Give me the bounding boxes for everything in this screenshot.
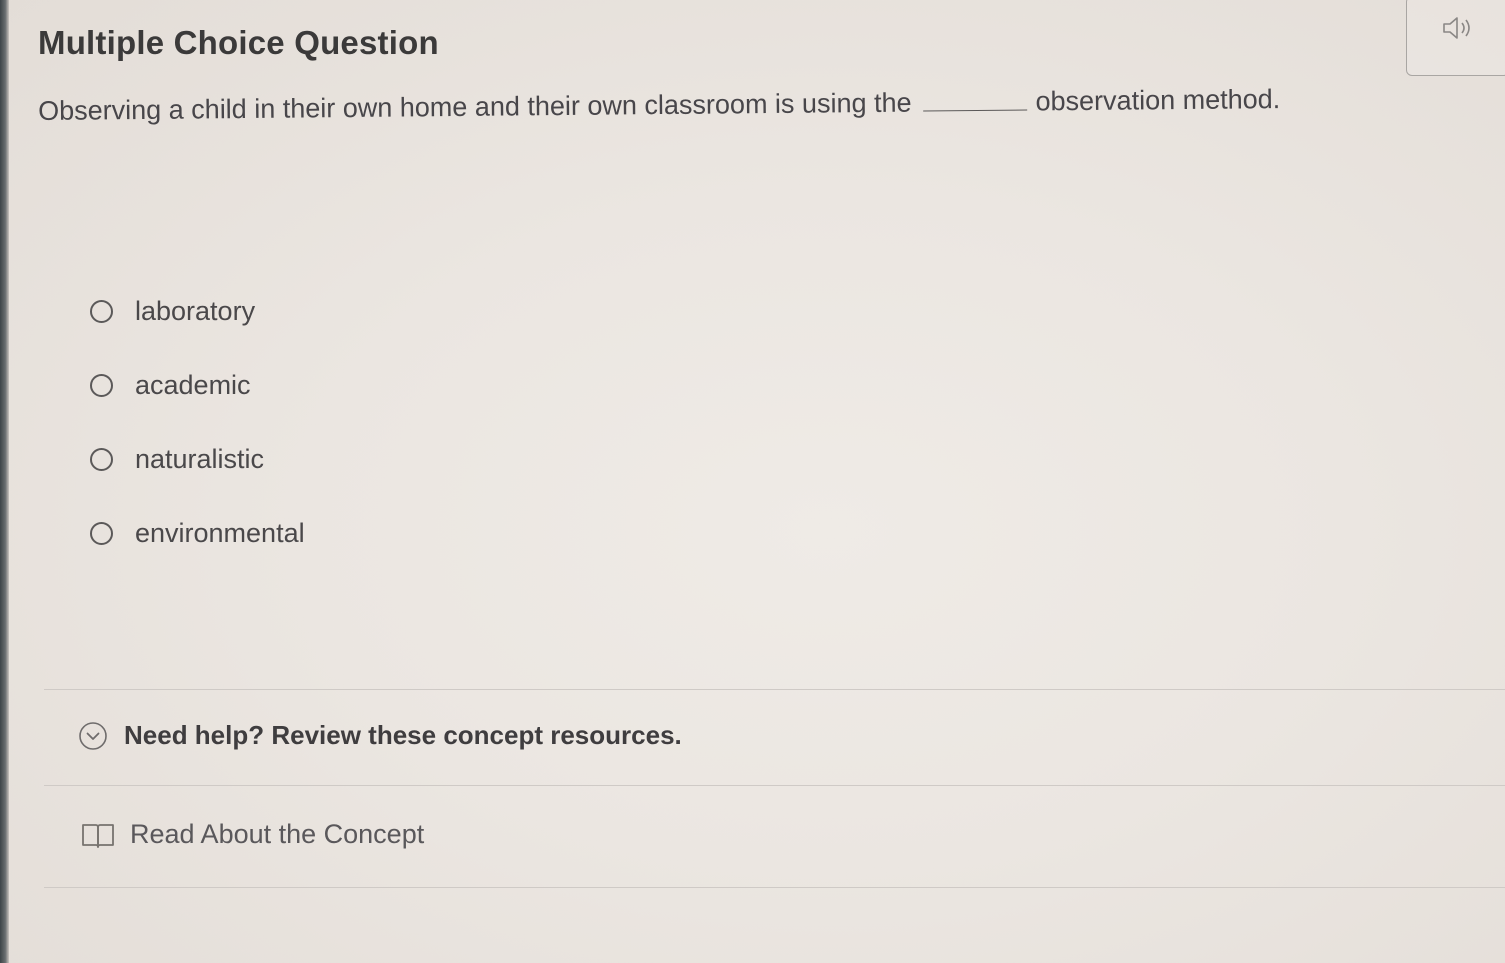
question-type-title: Multiple Choice Question bbox=[38, 24, 439, 61]
answer-options: laboratory academic naturalistic environ… bbox=[90, 296, 305, 592]
answer-blank bbox=[923, 103, 1028, 112]
read-about-concept-link[interactable]: Read About the Concept bbox=[80, 819, 424, 850]
chevron-circle-icon bbox=[79, 721, 107, 750]
divider bbox=[44, 689, 1505, 690]
radio-button[interactable] bbox=[90, 448, 113, 471]
radio-button[interactable] bbox=[90, 522, 113, 545]
read-about-concept-label: Read About the Concept bbox=[130, 819, 425, 849]
speaker-icon bbox=[1443, 17, 1470, 39]
divider bbox=[44, 785, 1505, 786]
radio-button[interactable] bbox=[90, 374, 113, 397]
option-label: naturalistic bbox=[135, 444, 265, 474]
screen-edge bbox=[0, 0, 9, 963]
option-label: laboratory bbox=[135, 296, 256, 326]
option-laboratory[interactable]: laboratory bbox=[90, 296, 305, 370]
book-icon bbox=[82, 823, 114, 848]
read-aloud-button[interactable] bbox=[1406, 0, 1505, 76]
radio-button[interactable] bbox=[90, 300, 113, 323]
concept-resources-toggle[interactable]: Need help? Review these concept resource… bbox=[78, 720, 682, 751]
question-text-before: Observing a child in their own home and … bbox=[38, 87, 912, 126]
question-text-after: observation method. bbox=[1035, 84, 1281, 117]
option-label: environmental bbox=[135, 518, 305, 548]
divider bbox=[44, 887, 1505, 888]
question-prompt: Observing a child in their own home and … bbox=[38, 83, 1418, 127]
option-academic[interactable]: academic bbox=[90, 370, 305, 444]
option-naturalistic[interactable]: naturalistic bbox=[90, 444, 305, 518]
concept-resources-label: Need help? Review these concept resource… bbox=[124, 720, 682, 750]
option-label: academic bbox=[135, 370, 251, 400]
option-environmental[interactable]: environmental bbox=[90, 518, 305, 592]
